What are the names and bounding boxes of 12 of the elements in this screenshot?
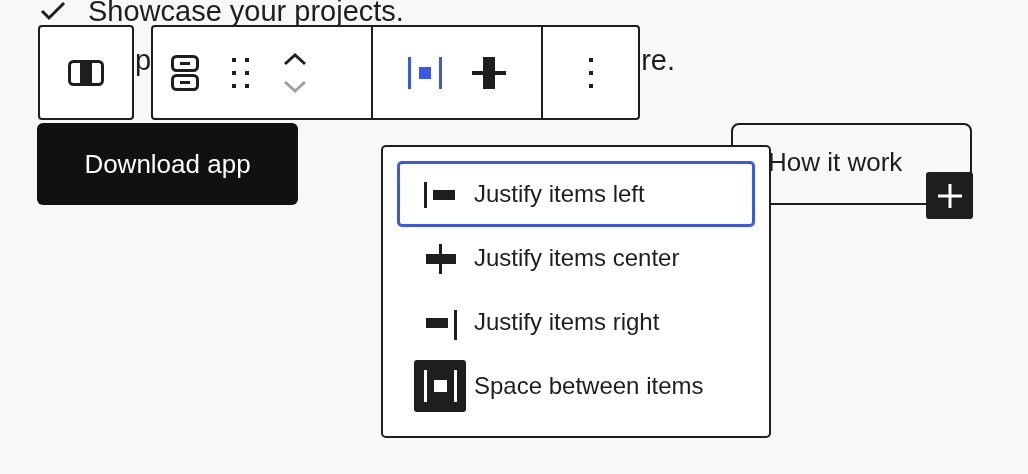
chevron-up-icon[interactable] bbox=[283, 51, 307, 66]
justify-menu-item[interactable]: Justify items right bbox=[397, 289, 755, 355]
checkmark-icon bbox=[40, 1, 66, 21]
download-button[interactable]: Download app bbox=[37, 123, 298, 205]
justify-menu-item[interactable]: Space between items bbox=[397, 353, 755, 419]
add-block-button[interactable] bbox=[926, 172, 973, 219]
text-fragment: re. bbox=[641, 45, 675, 75]
plus-icon bbox=[937, 183, 962, 208]
feature-text: Showcase your projects. bbox=[88, 0, 404, 26]
text-fragment: p bbox=[135, 45, 152, 75]
justify-menu-item[interactable]: Justify items center bbox=[397, 225, 755, 291]
justify-menu-item[interactable]: Justify items left bbox=[397, 161, 755, 227]
